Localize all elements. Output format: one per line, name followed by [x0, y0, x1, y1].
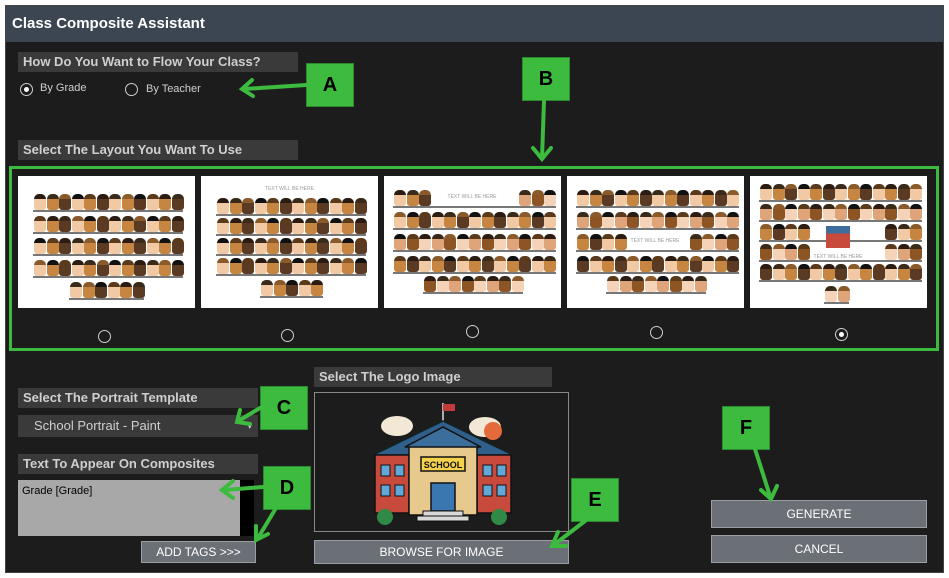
annotation-arrows — [218, 78, 779, 548]
